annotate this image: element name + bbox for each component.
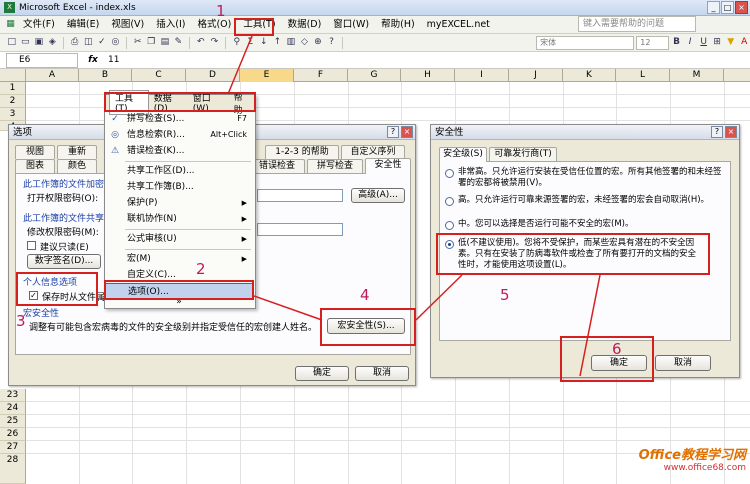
watermark-line2: www.office68.com xyxy=(663,463,746,473)
watermark: Office教程学习网 www.office68.com xyxy=(598,444,746,473)
annotation-2: 2 xyxy=(196,260,206,278)
tab-security-level[interactable]: 安全级(S) xyxy=(439,147,487,162)
tab-security[interactable]: 安全性 xyxy=(365,158,411,174)
watermark-line1: Office教程学习网 xyxy=(638,448,746,463)
annotation-lines xyxy=(227,35,601,377)
annotation-5: 5 xyxy=(500,286,510,304)
annotation-6: 6 xyxy=(612,340,622,358)
annotation-4: 4 xyxy=(360,286,370,304)
annotation-1: 1 xyxy=(216,2,226,20)
annotation-3: 3 xyxy=(16,312,26,330)
